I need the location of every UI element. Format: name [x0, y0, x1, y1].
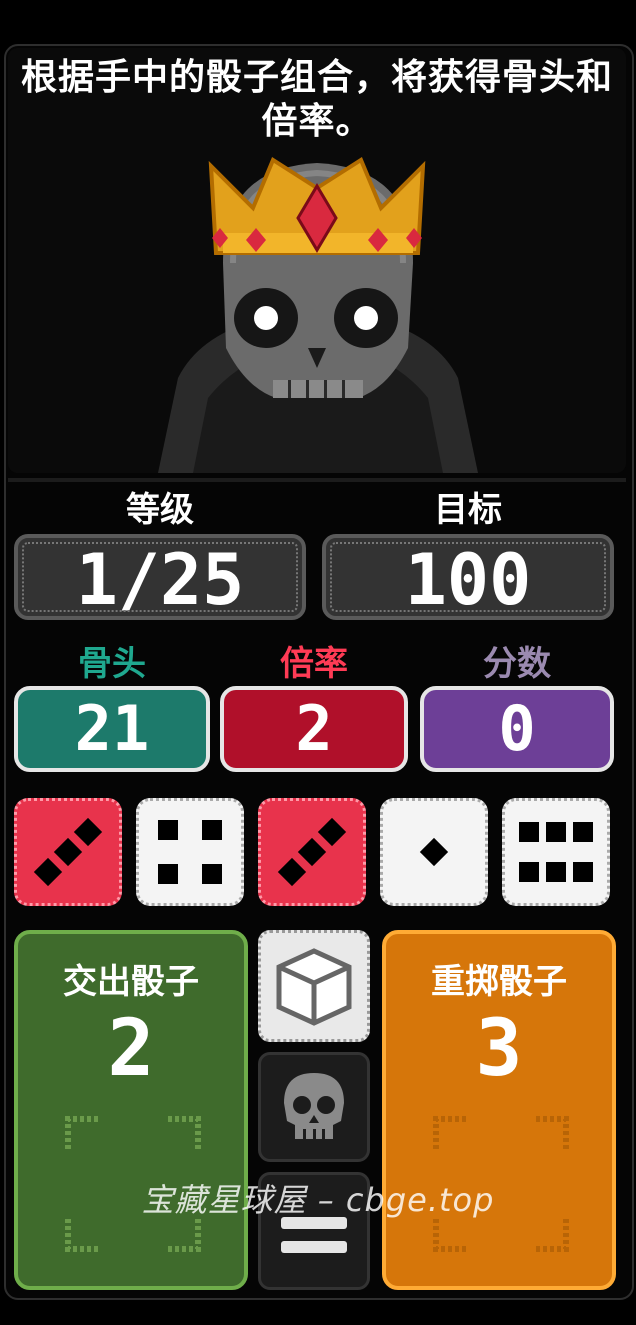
- die-pip: [74, 817, 103, 846]
- die-3[interactable]: [258, 798, 366, 906]
- die-2[interactable]: [136, 798, 244, 906]
- play-dice-panel[interactable]: 交出骰子 2: [14, 930, 248, 1290]
- die-pip: [277, 858, 306, 887]
- skull-button[interactable]: [258, 1052, 370, 1162]
- reroll-dice-panel[interactable]: 重掷骰子 3: [382, 930, 616, 1290]
- reroll-dice-title: 重掷骰子: [431, 962, 567, 1002]
- multiplier-value: 2: [220, 686, 408, 772]
- play-dice-count: 2: [107, 1004, 155, 1094]
- die-pip: [519, 862, 540, 883]
- die-pip: [419, 837, 449, 867]
- cube-icon: [276, 948, 352, 1026]
- die-pip: [202, 864, 223, 885]
- bones-label: 骨头: [78, 644, 146, 684]
- score-label: 分数: [483, 644, 551, 684]
- die-pip: [519, 821, 540, 842]
- die-pip: [53, 837, 83, 867]
- die-pip: [572, 821, 593, 842]
- die-5[interactable]: [502, 798, 610, 906]
- watermark: 宝藏星球屋 – cbge.top: [141, 1181, 495, 1219]
- dice-bag-button[interactable]: [258, 930, 370, 1042]
- die-1[interactable]: [14, 798, 122, 906]
- die-pip: [33, 858, 62, 887]
- die-pip: [157, 864, 178, 885]
- die-pip: [572, 862, 593, 883]
- die-pip: [297, 837, 327, 867]
- target-label: 目标: [434, 490, 502, 530]
- reroll-dice-count: 3: [475, 1004, 523, 1094]
- level-label: 等级: [126, 490, 194, 530]
- die-pip: [318, 817, 347, 846]
- die-pip: [202, 819, 223, 840]
- die-pip: [546, 821, 566, 842]
- score-value: 0: [420, 686, 614, 772]
- die-4[interactable]: [380, 798, 488, 906]
- bones-value: 21: [14, 686, 210, 772]
- die-pip: [546, 862, 566, 883]
- skull-icon: [284, 1073, 344, 1139]
- target-value: 100: [322, 534, 614, 621]
- multiplier-label: 倍率: [280, 644, 348, 684]
- die-pip: [157, 819, 178, 840]
- instruction-text: 根据手中的骰子组合，将获得骨头和倍率。: [20, 57, 613, 142]
- play-dice-title: 交出骰子: [63, 962, 199, 1002]
- level-value: 1/25: [14, 534, 306, 621]
